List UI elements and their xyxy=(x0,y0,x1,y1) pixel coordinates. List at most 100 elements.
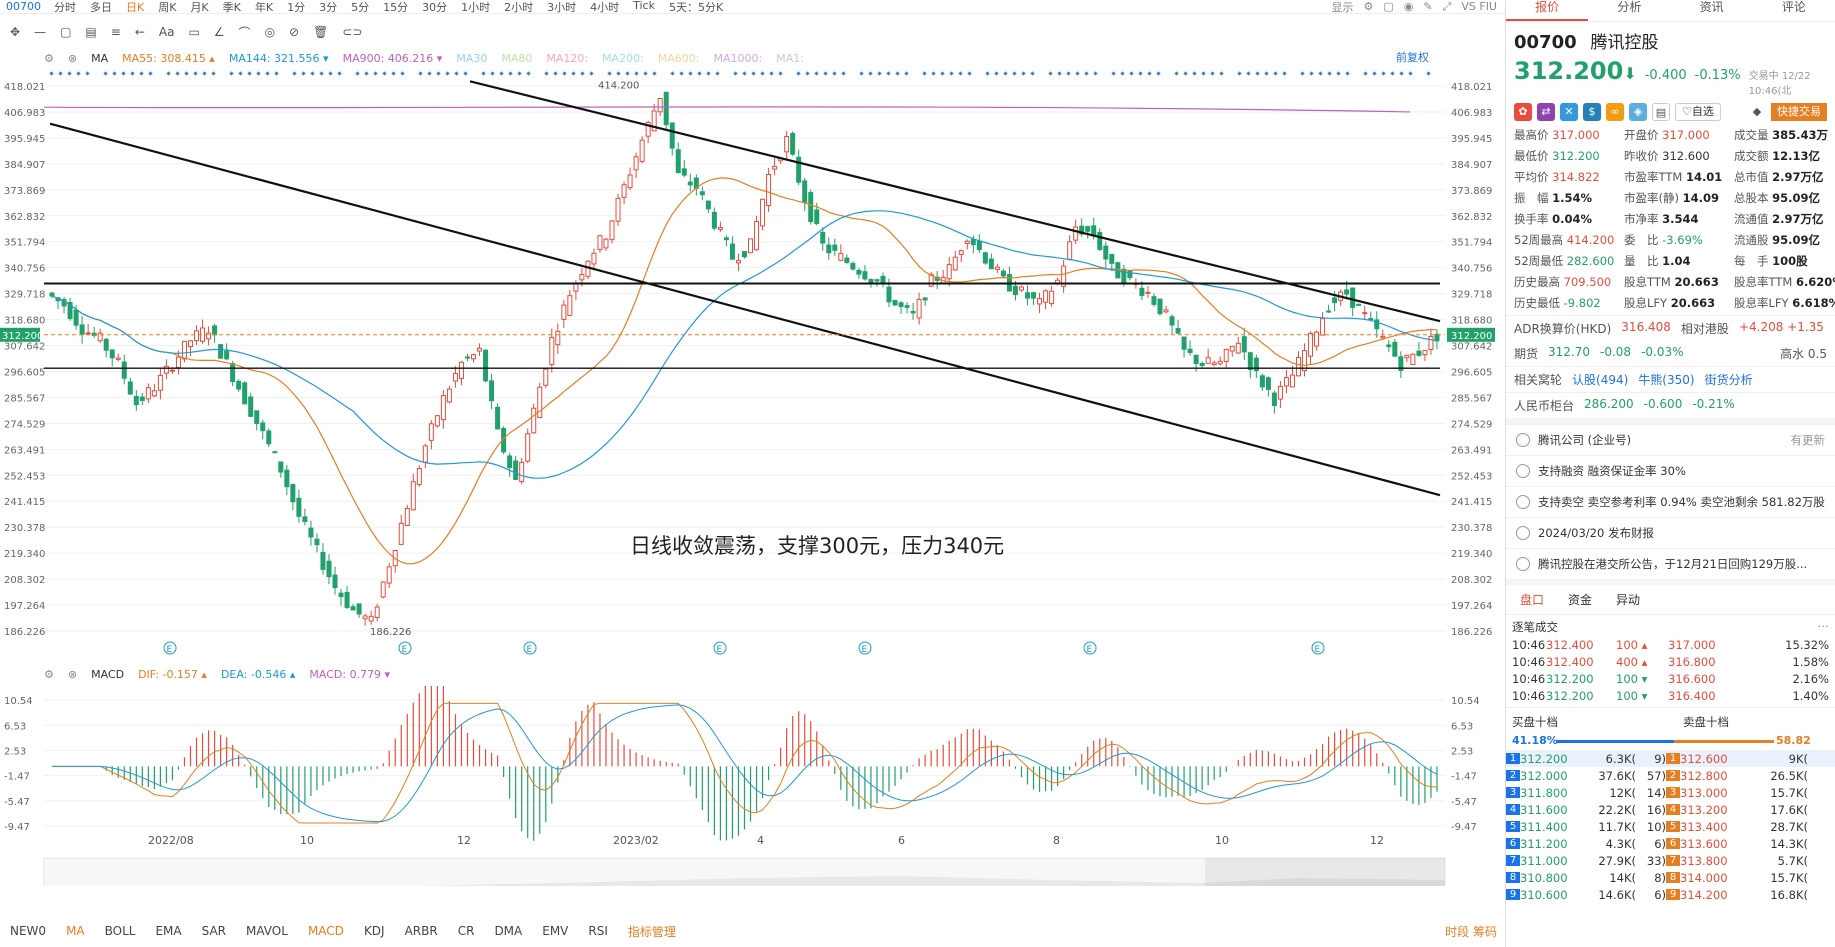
info-item[interactable]: 腾讯公司 (企业号) 有更新 xyxy=(1506,424,1835,455)
draw-tool-icon[interactable]: ▢ xyxy=(60,25,71,39)
orderbook-row[interactable]: 2 312.000 37.6K(57) 2 312.800 26.5K( xyxy=(1506,767,1835,784)
ma-item[interactable]: MA900: 406.216 ▾ xyxy=(343,52,443,65)
orderbook-row[interactable]: 8 310.800 14K(8) 8 314.000 15.7K( xyxy=(1506,869,1835,886)
indicator-tab[interactable]: RSI xyxy=(578,924,618,938)
overview-window[interactable] xyxy=(1205,858,1445,886)
eye-icon[interactable]: ⚙ xyxy=(44,668,54,681)
ma-item[interactable]: MA1000: xyxy=(714,52,763,65)
period-tab[interactable]: 5分 xyxy=(344,0,376,15)
macd-chart[interactable]: 10.54 10.54 6.53 6.53 2.53 2.53 -1.47 -1.47 -5.4… xyxy=(0,686,1505,886)
orderbook-row[interactable]: 7 311.000 27.9K(33) 7 313.800 5.7K( xyxy=(1506,852,1835,869)
indicator-tab[interactable]: SAR xyxy=(192,924,236,938)
quick-trade-button[interactable]: 快捷交易 xyxy=(1771,103,1827,121)
eye-icon[interactable]: ⚙ xyxy=(44,52,54,65)
ma-item[interactable]: MA80 xyxy=(501,52,532,65)
indicator-tab[interactable]: BOLL xyxy=(95,924,146,938)
indicator-tab[interactable]: EMV xyxy=(532,924,578,938)
draw-tool-icon[interactable]: ⊂⊃ xyxy=(342,25,362,39)
indicator-tab[interactable]: KDJ xyxy=(354,924,395,938)
orderbook-row[interactable]: 9 310.600 14.6K(6) 9 314.200 16.8K( xyxy=(1506,886,1835,903)
draw-tool-icon[interactable]: ⌒ xyxy=(239,24,251,41)
bell-icon[interactable]: ◆ xyxy=(1748,103,1766,121)
draw-tool-icon[interactable]: ≡ xyxy=(111,25,121,39)
orderbook-row[interactable]: 3 311.800 12K(14) 3 313.000 15.7K( xyxy=(1506,784,1835,801)
orderbook-row[interactable]: 5 311.400 11.7K(10) 5 313.400 28.7K( xyxy=(1506,818,1835,835)
pen-icon[interactable]: ✎ xyxy=(1423,0,1432,13)
draw-tool-icon[interactable]: 🗑 xyxy=(313,25,328,39)
price-chart[interactable]: 418.021 418.021 406.983 406.983 395.945 395.9… xyxy=(0,66,1505,666)
period-tab[interactable]: 1分 xyxy=(280,0,312,15)
indicator-tab[interactable]: MACD xyxy=(298,924,354,938)
info-item[interactable]: 腾讯控股在港交所公告，于12月21日回购129万股... xyxy=(1506,548,1835,579)
add-watchlist-button[interactable]: ♡自选 xyxy=(1675,103,1721,121)
stock-code-tab[interactable]: 00700 xyxy=(0,0,47,13)
indicator-tab[interactable]: NEW0 xyxy=(0,924,56,938)
dollar-icon[interactable]: $ xyxy=(1583,103,1601,121)
draw-tool-icon[interactable]: ◎ xyxy=(265,25,275,39)
draw-tool-icon[interactable]: ∠ xyxy=(214,25,225,39)
period-tab[interactable]: 3小时 xyxy=(540,0,583,15)
draw-tool-icon[interactable]: — xyxy=(34,25,46,39)
warrant-link[interactable]: 认股(494) xyxy=(1572,371,1628,388)
more-icon[interactable]: ⋯ xyxy=(1818,619,1830,635)
indicator-tab[interactable]: EMA xyxy=(145,924,191,938)
close-icon[interactable]: ⊗ xyxy=(68,52,77,65)
panel-tab[interactable]: 评论 xyxy=(1753,0,1835,21)
period-tab[interactable]: 分时 xyxy=(47,0,83,15)
subtab[interactable]: 异动 xyxy=(1616,591,1640,608)
indicator-tab[interactable]: DMA xyxy=(484,924,532,938)
ma-item[interactable]: MA120: xyxy=(546,52,588,65)
ma-item[interactable]: MA30 xyxy=(456,52,487,65)
draw-tool-icon[interactable]: ← xyxy=(135,25,145,39)
period-tab[interactable]: 季K xyxy=(216,0,248,15)
panel-tab[interactable]: 资讯 xyxy=(1671,0,1753,21)
period-tab[interactable]: 5天：5分K xyxy=(662,0,730,15)
indicator-manage-button[interactable]: 指标管理 xyxy=(618,923,686,940)
display-button[interactable]: 显示 xyxy=(1331,0,1353,15)
orderbook-row[interactable]: 4 311.600 22.2K(16) 4 313.200 17.6K( xyxy=(1506,801,1835,818)
shuffle-icon[interactable]: ✕ xyxy=(1560,103,1578,121)
draw-tool-icon[interactable]: ▭ xyxy=(188,25,199,39)
connect-icon[interactable]: ⇄ xyxy=(1537,103,1555,121)
panel-tab[interactable]: 报价 xyxy=(1506,0,1589,21)
draw-tool-icon[interactable]: ⊘ xyxy=(289,25,299,39)
warrant-link[interactable]: 牛熊(350) xyxy=(1638,371,1694,388)
tag-icon[interactable]: ◈ xyxy=(1629,103,1647,121)
draw-tool-icon[interactable]: Aa xyxy=(159,25,175,39)
macd-label[interactable]: MACD xyxy=(91,668,124,681)
indicator-tab[interactable]: ARBR xyxy=(395,924,448,938)
note-icon[interactable]: ▤ xyxy=(1652,103,1670,121)
session-chips-button[interactable]: 时段 筹码 xyxy=(1435,923,1505,940)
ma-item[interactable]: MA600: xyxy=(658,52,700,65)
vs-button[interactable]: VS FIU xyxy=(1461,0,1497,13)
indicator-tab[interactable]: MA xyxy=(56,924,95,938)
panel-tab[interactable]: 分析 xyxy=(1588,0,1670,21)
info-item[interactable]: 2024/03/20 发布财报 xyxy=(1506,517,1835,548)
period-tab[interactable]: 1小时 xyxy=(454,0,497,15)
period-tab[interactable]: 30分 xyxy=(415,0,454,15)
orderbook-row[interactable]: 1 312.200 6.3K(9) 1 312.600 9K( xyxy=(1506,750,1835,767)
period-tab[interactable]: 日K xyxy=(119,0,151,15)
period-tab[interactable]: 多日 xyxy=(83,0,119,15)
draw-tool-icon[interactable]: ▤ xyxy=(85,25,96,39)
window-icon[interactable]: ▢ xyxy=(1383,0,1393,13)
period-tab[interactable]: 年K xyxy=(248,0,280,15)
period-tab[interactable]: 2小时 xyxy=(497,0,540,15)
ma-item[interactable]: MA1: xyxy=(776,52,804,65)
period-tab[interactable]: 月K xyxy=(183,0,215,15)
subtab[interactable]: 资金 xyxy=(1568,591,1592,608)
subtab[interactable]: 盘口 xyxy=(1520,591,1544,608)
camera-icon[interactable]: ◉ xyxy=(1404,0,1414,13)
period-tab[interactable]: 周K xyxy=(151,0,183,15)
info-item[interactable]: 支持卖空 卖空参考利率 0.94% 卖空池剩余 581.82万股 xyxy=(1506,486,1835,517)
indicator-tab[interactable]: CR xyxy=(448,924,485,938)
hk-flag-icon[interactable]: ✿ xyxy=(1514,103,1532,121)
ma-item[interactable]: MA144: 321.556 ▾ xyxy=(229,52,329,65)
ma-item[interactable]: MA55: 308.415 ▴ xyxy=(122,52,215,65)
info-item[interactable]: 支持融资 融资保证金率 30% xyxy=(1506,455,1835,486)
ma-label[interactable]: MA xyxy=(91,52,108,65)
ma-item[interactable]: MA200: xyxy=(602,52,644,65)
period-tab[interactable]: Tick xyxy=(626,0,662,15)
draw-tool-icon[interactable]: ✥ xyxy=(10,25,20,39)
fuquan-button[interactable]: 前复权 xyxy=(1396,49,1429,65)
